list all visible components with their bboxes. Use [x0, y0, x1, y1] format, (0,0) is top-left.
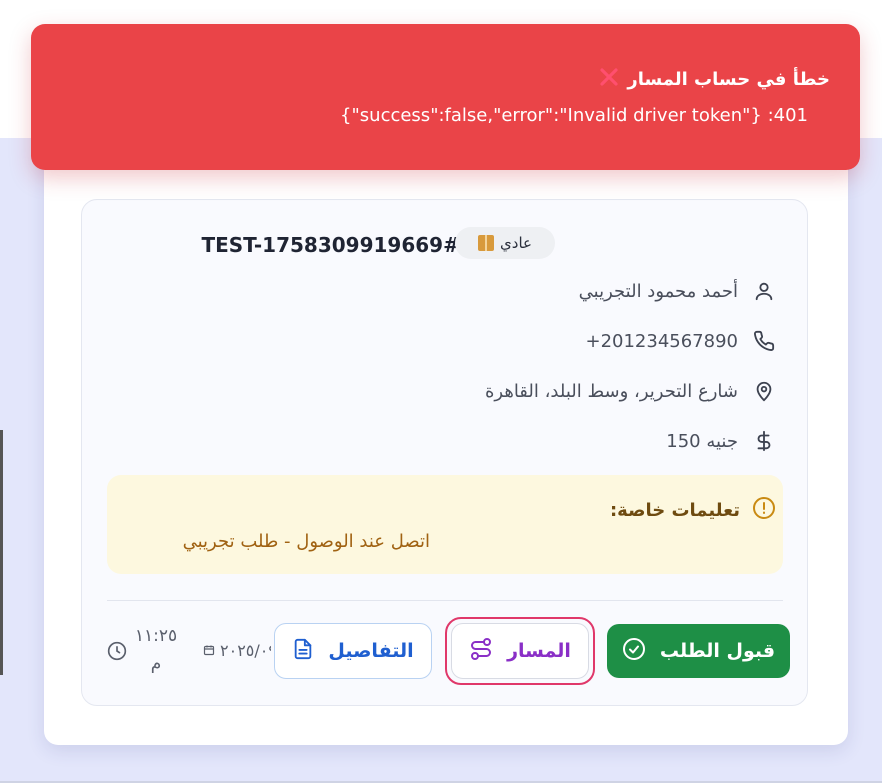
special-instructions-text: اتصل عند الوصول - طلب تجريبي	[182, 531, 430, 552]
order-date-text: ٢٠٢٥/٠٩/١٩	[220, 640, 271, 660]
route-label: المسار	[507, 640, 571, 662]
order-time: ١١:٢٥ م	[134, 626, 178, 674]
clock-icon	[107, 641, 127, 661]
amount-row: جنيه 150	[666, 427, 776, 455]
order-amount: جنيه 150	[666, 430, 738, 452]
priority-badge: عادي	[455, 227, 555, 259]
calendar-icon	[203, 641, 215, 660]
accept-order-button[interactable]: قبول الطلب	[607, 624, 790, 678]
error-toast-title: خطأ في حساب المسار	[627, 68, 830, 90]
alert-circle-icon	[752, 496, 776, 525]
special-instructions-title: تعليمات خاصة:	[609, 499, 740, 521]
close-x-icon[interactable]	[597, 65, 621, 94]
error-toast-header: خطأ في حساب المسار	[597, 64, 830, 94]
check-circle-icon	[622, 637, 646, 666]
special-instructions-box	[107, 475, 783, 574]
delivery-address: شارع التحرير، وسط البلد، القاهرة	[484, 380, 738, 402]
dollar-icon	[752, 429, 776, 453]
route-icon	[469, 637, 493, 666]
order-date: ٢٠٢٥/٠٩/١٩	[203, 637, 271, 663]
customer-name: أحمد محمود التجريبي	[578, 280, 738, 302]
route-button[interactable]: المسار	[451, 623, 589, 679]
package-icon	[478, 235, 495, 251]
error-toast[interactable]	[31, 24, 860, 170]
customer-row: أحمد محمود التجريبي	[579, 277, 776, 305]
location-pin-icon	[752, 379, 776, 403]
phone-number[interactable]: +201234567890	[585, 331, 738, 352]
user-icon	[752, 279, 776, 303]
accept-order-label: قبول الطلب	[659, 640, 776, 662]
left-scroll-edge	[0, 430, 3, 675]
error-toast-message: {"success":false,"error":"Invalid driver…	[340, 105, 808, 126]
phone-icon	[752, 329, 776, 353]
address-row: شارع التحرير، وسط البلد، القاهرة	[485, 377, 776, 405]
card-divider	[107, 600, 783, 601]
phone-row: +201234567890	[585, 327, 776, 355]
priority-badge-label: عادي	[500, 234, 532, 252]
details-label: التفاصيل	[328, 640, 414, 662]
special-instructions-header: تعليمات خاصة:	[610, 496, 776, 524]
document-icon	[292, 637, 314, 666]
details-button[interactable]: التفاصيل	[274, 623, 432, 679]
